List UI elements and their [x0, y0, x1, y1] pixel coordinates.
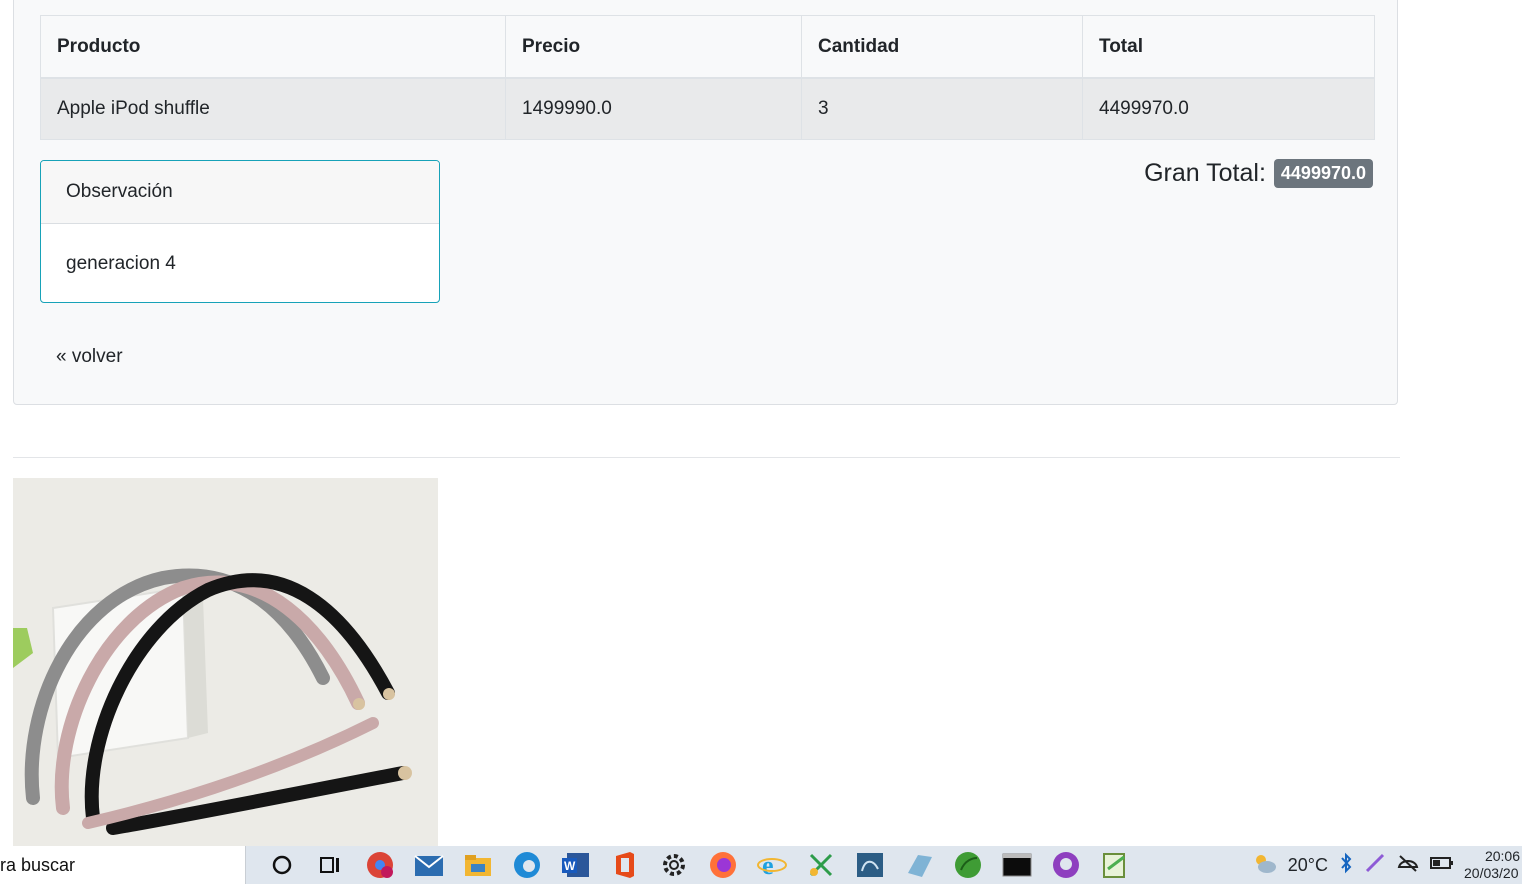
- snipping-tool-icon[interactable]: [803, 849, 839, 881]
- edge-icon[interactable]: [509, 849, 545, 881]
- grand-total-label: Gran Total:: [1144, 159, 1266, 187]
- table-row: Apple iPod shuffle 1499990.0 3 4499970.0: [40, 77, 1375, 140]
- windows-taskbar: ra buscar W e 20°C 20:06 20/03/20: [0, 846, 1522, 884]
- col-header-producto: Producto: [40, 15, 506, 79]
- grand-total: Gran Total: 4499970.0: [1144, 159, 1373, 188]
- observation-text: generacion 4: [66, 253, 176, 274]
- battery-icon[interactable]: [1430, 855, 1454, 876]
- task-view-icon[interactable]: [313, 849, 349, 881]
- col-header-precio: Precio: [505, 15, 802, 79]
- word-icon[interactable]: W: [558, 849, 594, 881]
- table-header-row: Producto Precio Cantidad Total: [40, 15, 1375, 79]
- horizontal-divider: [13, 457, 1400, 458]
- headbands-illustration: [13, 478, 438, 846]
- chrome-icon[interactable]: [362, 849, 398, 881]
- svg-text:e: e: [762, 851, 774, 880]
- terminal-icon[interactable]: [999, 849, 1035, 881]
- product-image: [13, 478, 438, 846]
- col-header-total: Total: [1082, 15, 1375, 79]
- bluetooth-icon[interactable]: [1338, 852, 1354, 879]
- clock-time: 20:06: [1484, 848, 1520, 864]
- grand-total-badge: 4499970.0: [1273, 159, 1373, 188]
- col-header-cantidad: Cantidad: [801, 15, 1083, 79]
- back-link[interactable]: « volver: [56, 346, 123, 368]
- firefox-icon[interactable]: [705, 849, 741, 881]
- sticky-notes-icon[interactable]: [901, 849, 937, 881]
- order-items-table: Producto Precio Cantidad Total Apple iPo…: [40, 15, 1375, 140]
- mysql-workbench-icon[interactable]: [852, 849, 888, 881]
- internet-explorer-icon[interactable]: e: [754, 849, 790, 881]
- office-icon[interactable]: [607, 849, 643, 881]
- observation-title: Observación: [41, 161, 439, 224]
- spring-tools-icon[interactable]: [950, 849, 986, 881]
- svg-text:W: W: [564, 859, 576, 873]
- mail-icon[interactable]: [411, 849, 447, 881]
- weather-icon[interactable]: [1252, 851, 1278, 880]
- settings-gear-icon[interactable]: [656, 849, 692, 881]
- system-tray: 20°C 20:06 20/03/20: [1252, 846, 1522, 884]
- file-explorer-icon[interactable]: [460, 849, 496, 881]
- cell-cantidad: 3: [801, 77, 1083, 140]
- order-detail-card: Producto Precio Cantidad Total Apple iPo…: [13, 0, 1398, 405]
- cortana-icon[interactable]: [264, 849, 300, 881]
- notepad-icon[interactable]: [1097, 849, 1133, 881]
- network-offline-icon[interactable]: [1396, 853, 1420, 878]
- pen-icon[interactable]: [1364, 852, 1386, 879]
- taskbar-search-input[interactable]: ra buscar: [0, 846, 246, 884]
- cell-producto: Apple iPod shuffle: [40, 77, 506, 140]
- github-desktop-icon[interactable]: [1048, 849, 1084, 881]
- clock-date: 20/03/20: [1464, 865, 1519, 881]
- cell-precio: 1499990.0: [505, 77, 802, 140]
- taskbar-clock[interactable]: 20:06 20/03/20: [1464, 848, 1522, 882]
- cell-total: 4499970.0: [1082, 77, 1375, 140]
- observation-card: Observación generacion 4: [40, 160, 440, 303]
- temperature-text[interactable]: 20°C: [1288, 855, 1328, 876]
